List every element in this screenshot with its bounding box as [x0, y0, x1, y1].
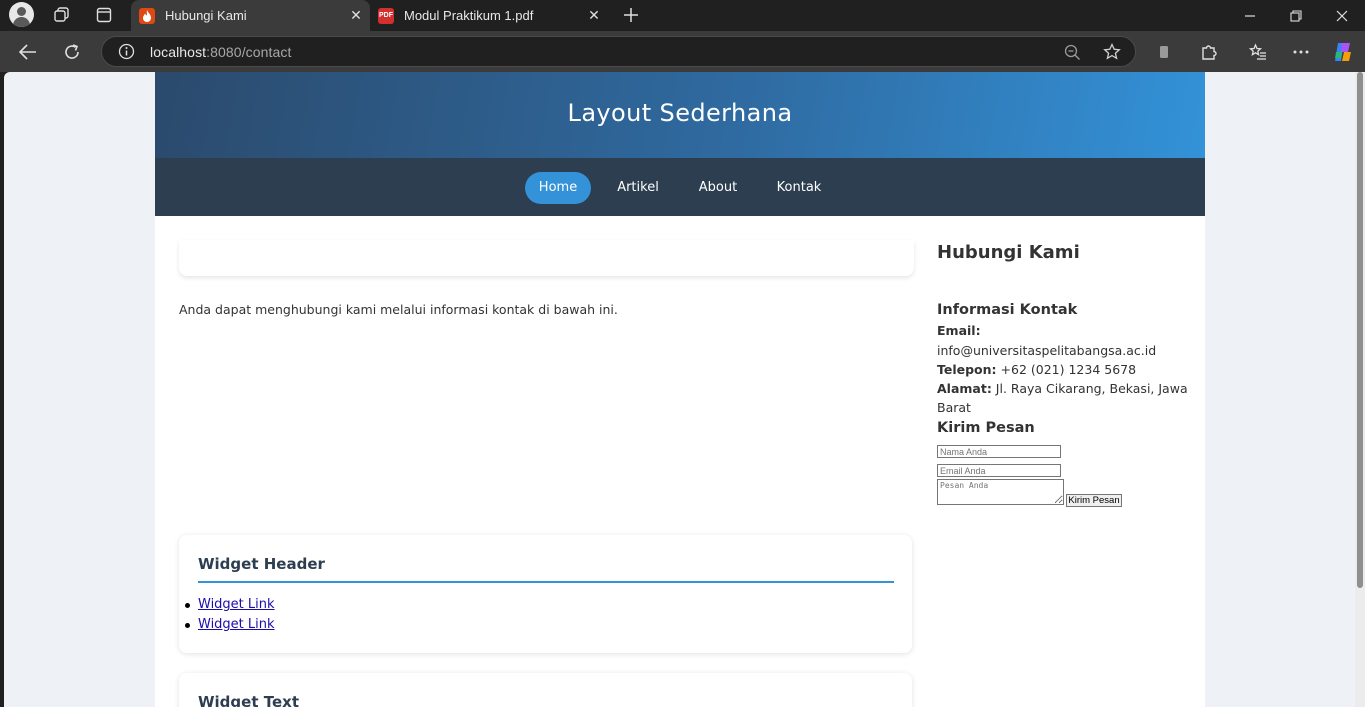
tab-title: Modul Praktikum 1.pdf — [404, 8, 534, 23]
widget-header-title: Widget Header — [198, 555, 325, 573]
list-item: Widget Link — [185, 615, 275, 635]
address-value: Jl. Raya Cikarang, Bekasi, Jawa — [991, 381, 1188, 396]
tab-modul-praktikum[interactable]: PDF Modul Praktikum 1.pdf ✕ — [370, 0, 608, 31]
url-host: localhost — [150, 44, 207, 60]
content-card — [179, 240, 914, 276]
refresh-icon[interactable] — [59, 39, 85, 65]
url-text: localhost:8080/contact — [150, 44, 292, 60]
restore-icon[interactable] — [1273, 0, 1319, 31]
browser-tab-bar: Hubungi Kami ✕ PDF Modul Praktikum 1.pdf… — [0, 0, 1365, 31]
back-arrow-icon[interactable] — [15, 39, 41, 65]
page-container: Layout Sederhana Home Artikel About Kont… — [155, 72, 1205, 707]
profile-avatar[interactable] — [9, 2, 34, 27]
extensions-puzzle-icon[interactable] — [1196, 39, 1222, 65]
tab-title: Hubungi Kami — [165, 8, 247, 23]
sidebar-title: Hubungi Kami — [937, 242, 1080, 263]
name-input[interactable] — [937, 445, 1061, 458]
address-line-2: Barat — [937, 400, 971, 415]
extension-slot-icon[interactable] — [1151, 39, 1177, 65]
minimize-icon[interactable] — [1227, 0, 1273, 31]
close-tab-icon[interactable]: ✕ — [586, 7, 602, 23]
widget-text-card: Widget Text — [179, 673, 912, 707]
codeigniter-flame-icon — [139, 7, 155, 24]
tab-actions-icon[interactable] — [92, 4, 116, 26]
close-tab-icon[interactable]: ✕ — [348, 7, 364, 23]
main-navigation: Home Artikel About Kontak — [155, 158, 1205, 216]
close-window-icon[interactable] — [1319, 0, 1365, 31]
url-path: :8080/contact — [206, 44, 292, 60]
widget-link[interactable]: Widget Link — [198, 597, 275, 612]
workspaces-icon[interactable] — [50, 4, 74, 26]
address-line: Alamat: Jl. Raya Cikarang, Bekasi, Jawa — [937, 381, 1188, 396]
new-tab-icon[interactable] — [619, 4, 643, 26]
site-title: Layout Sederhana — [567, 99, 793, 127]
nav-home[interactable]: Home — [525, 172, 591, 204]
phone-label: Telepon: — [937, 362, 997, 377]
favorite-star-icon[interactable] — [1103, 43, 1121, 61]
favorites-list-icon[interactable] — [1245, 39, 1271, 65]
widget-header-card: Widget Header Widget Link Widget Link — [179, 535, 912, 653]
page-scrollbar[interactable] — [1355, 72, 1365, 707]
email-label-text: Email: — [937, 323, 981, 338]
nav-about[interactable]: About — [685, 172, 751, 204]
scrollbar-thumb[interactable] — [1357, 72, 1363, 588]
email-label: Email: — [937, 323, 981, 338]
site-info-icon[interactable] — [118, 43, 135, 60]
email-input[interactable] — [937, 464, 1061, 477]
send-message-heading: Kirim Pesan — [937, 420, 1035, 436]
page-viewport: Layout Sederhana Home Artikel About Kont… — [4, 72, 1355, 707]
submit-message-button[interactable]: Kirim Pesan — [1066, 494, 1122, 507]
copilot-icon[interactable] — [1330, 39, 1356, 65]
address-label: Alamat: — [937, 381, 992, 396]
message-textarea[interactable] — [937, 479, 1064, 505]
intro-text: Anda dapat menghubungi kami melalui info… — [179, 302, 618, 317]
pdf-icon: PDF — [378, 7, 394, 24]
tab-hubungi-kami[interactable]: Hubungi Kami ✕ — [131, 0, 370, 31]
widget-text-title: Widget Text — [198, 693, 299, 707]
phone-value: +62 (021) 1234 5678 — [996, 362, 1137, 377]
more-options-icon[interactable] — [1288, 39, 1314, 65]
site-header: Layout Sederhana — [155, 72, 1205, 158]
address-bar[interactable]: localhost:8080/contact — [101, 36, 1136, 67]
browser-toolbar: localhost:8080/contact — [0, 31, 1365, 72]
zoom-out-icon[interactable] — [1064, 44, 1081, 61]
widget-link-list: Widget Link Widget Link — [185, 595, 275, 635]
list-item: Widget Link — [185, 595, 275, 615]
email-value: info@universitaspelitabangsa.ac.id — [937, 343, 1157, 358]
widget-link[interactable]: Widget Link — [198, 617, 275, 632]
nav-artikel[interactable]: Artikel — [605, 172, 671, 204]
contact-info-heading: Informasi Kontak — [937, 302, 1078, 318]
nav-kontak[interactable]: Kontak — [766, 172, 832, 204]
phone-line: Telepon: +62 (021) 1234 5678 — [937, 362, 1136, 377]
widget-divider — [198, 581, 894, 583]
